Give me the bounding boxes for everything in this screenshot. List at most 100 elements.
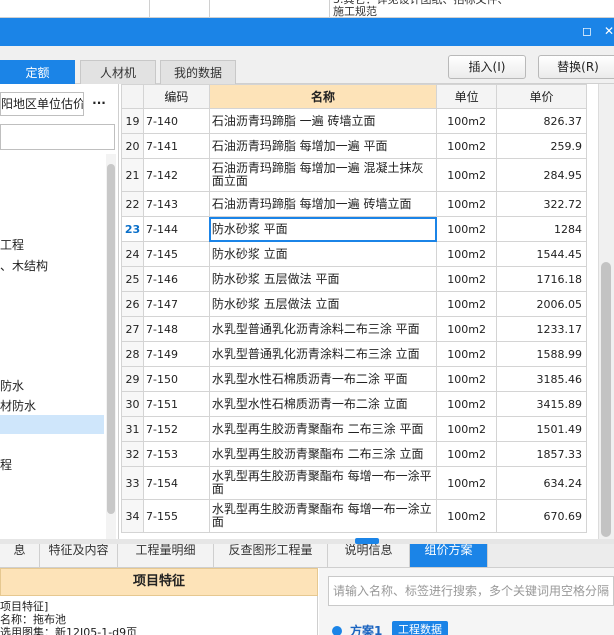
name-cell[interactable]: 石油沥青玛蹄脂 每增加一遍 平面 xyxy=(208,133,438,159)
name-cell[interactable]: 石油沥青玛蹄脂 一遍 砖墙立面 xyxy=(208,108,438,134)
close-icon[interactable]: ✕ xyxy=(600,22,614,40)
price-cell[interactable]: 1588.99 xyxy=(496,341,587,367)
unit-cell[interactable]: 100m2 xyxy=(436,441,498,467)
table-row[interactable]: 28 7-149 水乳型普通乳化沥青涂料二布三涂 立面 100m2 1588.99 xyxy=(121,341,587,367)
unit-header[interactable]: 单位 xyxy=(436,84,498,109)
table-row[interactable]: 25 7-146 防水砂浆 五层做法 平面 100m2 1716.18 xyxy=(121,266,587,292)
table-row[interactable]: 21 7-142 石油沥青玛蹄脂 每增加一遍 混凝土抹灰面立面 100m2 284.95 xyxy=(121,158,587,192)
name-cell[interactable]: 水乳型普通乳化沥青涂料二布三涂 立面 xyxy=(208,341,438,367)
code-cell[interactable]: 7-153 xyxy=(142,441,210,467)
tab-info[interactable]: 息 xyxy=(0,544,40,567)
price-cell[interactable]: 3415.89 xyxy=(496,391,587,417)
unit-cell[interactable]: 100m2 xyxy=(436,499,498,533)
code-cell[interactable]: 7-140 xyxy=(142,108,210,134)
maximize-icon[interactable]: ◻ xyxy=(578,22,596,40)
name-cell[interactable]: 水乳型再生胶沥青聚酯布 二布三涂 平面 xyxy=(208,416,438,442)
table-row[interactable]: 31 7-152 水乳型再生胶沥青聚酯布 二布三涂 平面 100m2 1501.49 xyxy=(121,416,587,442)
unit-cell[interactable]: 100m2 xyxy=(436,316,498,342)
code-cell[interactable]: 7-152 xyxy=(142,416,210,442)
price-cell[interactable]: 826.37 xyxy=(496,108,587,134)
table-row[interactable]: 23 7-144 防水砂浆 平面 100m2 1284 xyxy=(121,216,587,242)
price-cell[interactable]: 1233.17 xyxy=(496,316,587,342)
code-cell[interactable]: 7-143 xyxy=(142,191,210,217)
name-cell[interactable]: 水乳型普通乳化沥青涂料二布三涂 平面 xyxy=(208,316,438,342)
row-number-cell[interactable]: 21 xyxy=(121,158,144,192)
tree-scrollbar-thumb[interactable] xyxy=(107,164,115,514)
price-cell[interactable]: 322.72 xyxy=(496,191,587,217)
table-row[interactable]: 32 7-153 水乳型再生胶沥青聚酯布 二布三涂 立面 100m2 1857.33 xyxy=(121,441,587,467)
name-cell[interactable]: 水乳型再生胶沥青聚酯布 二布三涂 立面 xyxy=(208,441,438,467)
code-header[interactable]: 编码 xyxy=(142,84,210,109)
unit-cell[interactable]: 100m2 xyxy=(436,216,498,242)
code-cell[interactable]: 7-141 xyxy=(142,133,210,159)
table-row[interactable]: 29 7-150 水乳型水性石棉质沥青一布二涂 平面 100m2 3185.46 xyxy=(121,366,587,392)
code-cell[interactable]: 7-148 xyxy=(142,316,210,342)
code-cell[interactable]: 7-150 xyxy=(142,366,210,392)
row-number-cell[interactable]: 24 xyxy=(121,241,144,267)
name-cell[interactable]: 水乳型水性石棉质沥青一布二涂 立面 xyxy=(208,391,438,417)
tree-item[interactable]: 程 xyxy=(0,456,12,473)
tree-search-input[interactable] xyxy=(0,124,115,150)
name-cell[interactable]: 石油沥青玛蹄脂 每增加一遍 混凝土抹灰面立面 xyxy=(208,158,438,192)
unit-cell[interactable]: 100m2 xyxy=(436,466,498,500)
unit-cell[interactable]: 100m2 xyxy=(436,158,498,192)
name-cell[interactable]: 防水砂浆 五层做法 立面 xyxy=(208,291,438,317)
row-number-cell[interactable]: 20 xyxy=(121,133,144,159)
table-row[interactable]: 34 7-155 水乳型再生胶沥青聚酯布 每增一布一涂立面 100m2 670.69 xyxy=(121,499,587,533)
code-cell[interactable]: 7-151 xyxy=(142,391,210,417)
more-button[interactable]: ··· xyxy=(86,92,112,116)
code-cell[interactable]: 7-142 xyxy=(142,158,210,192)
feature-panel-body[interactable]: 项目特征] 名称：拖布池 选用图集：新12J05-1-d9页 xyxy=(0,596,318,635)
scheme-search-input[interactable]: 请输入名称、标签进行搜索，多个关键词用空格分隔 xyxy=(328,576,614,606)
insert-button[interactable]: 插入(I) xyxy=(448,55,526,79)
price-cell[interactable]: 1857.33 xyxy=(496,441,587,467)
unit-cell[interactable]: 100m2 xyxy=(436,191,498,217)
price-cell[interactable]: 2006.05 xyxy=(496,291,587,317)
tab-my-data[interactable]: 我的数据 xyxy=(160,60,236,84)
table-row[interactable]: 19 7-140 石油沥青玛蹄脂 一遍 砖墙立面 100m2 826.37 xyxy=(121,108,587,134)
code-cell[interactable]: 7-145 xyxy=(142,241,210,267)
name-cell[interactable]: 水乳型再生胶沥青聚酯布 每增一布一涂平面 xyxy=(208,466,438,500)
unit-cell[interactable]: 100m2 xyxy=(436,108,498,134)
row-number-cell[interactable]: 28 xyxy=(121,341,144,367)
tree-selected-row[interactable] xyxy=(0,415,104,434)
unit-cell[interactable]: 100m2 xyxy=(436,133,498,159)
tree-item[interactable]: 、木结构 xyxy=(0,257,48,274)
code-cell[interactable]: 7-144 xyxy=(142,216,210,242)
row-number-cell[interactable]: 19 xyxy=(121,108,144,134)
code-cell[interactable]: 7-155 xyxy=(142,499,210,533)
code-cell[interactable]: 7-149 xyxy=(142,341,210,367)
table-row[interactable]: 20 7-141 石油沥青玛蹄脂 每增加一遍 平面 100m2 259.9 xyxy=(121,133,587,159)
table-row[interactable]: 24 7-145 防水砂浆 立面 100m2 1544.45 xyxy=(121,241,587,267)
price-cell[interactable]: 670.69 xyxy=(496,499,587,533)
table-row[interactable]: 33 7-154 水乳型再生胶沥青聚酯布 每增一布一涂平面 100m2 634.24 xyxy=(121,466,587,500)
region-select[interactable]: 阳地区单位估价表 xyxy=(0,92,84,116)
tree-item[interactable]: 工程 xyxy=(0,236,24,253)
tree-item[interactable]: 材防水 xyxy=(0,397,36,414)
price-cell[interactable]: 1716.18 xyxy=(496,266,587,292)
price-cell[interactable]: 284.95 xyxy=(496,158,587,192)
tab-quantity-detail[interactable]: 工程量明细 xyxy=(118,544,214,567)
scheme-label[interactable]: 方案1 xyxy=(350,622,382,635)
code-cell[interactable]: 7-146 xyxy=(142,266,210,292)
name-cell[interactable]: 石油沥青玛蹄脂 每增加一遍 砖墙立面 xyxy=(208,191,438,217)
table-row[interactable]: 22 7-143 石油沥青玛蹄脂 每增加一遍 砖墙立面 100m2 322.72 xyxy=(121,191,587,217)
price-header[interactable]: 单价 xyxy=(496,84,587,109)
table-row[interactable]: 30 7-151 水乳型水性石棉质沥青一布二涂 立面 100m2 3415.89 xyxy=(121,391,587,417)
tab-features[interactable]: 特征及内容 xyxy=(40,544,118,567)
scheme-badge[interactable]: 工程数据 xyxy=(392,621,448,635)
table-row[interactable]: 27 7-148 水乳型普通乳化沥青涂料二布三涂 平面 100m2 1233.17 xyxy=(121,316,587,342)
row-number-cell[interactable]: 26 xyxy=(121,291,144,317)
row-number-cell[interactable]: 31 xyxy=(121,416,144,442)
tab-labor-material[interactable]: 人材机 xyxy=(80,60,156,84)
price-cell[interactable]: 1544.45 xyxy=(496,241,587,267)
name-cell[interactable]: 水乳型再生胶沥青聚酯布 每增一布一涂立面 xyxy=(208,499,438,533)
unit-cell[interactable]: 100m2 xyxy=(436,266,498,292)
name-cell[interactable]: 防水砂浆 立面 xyxy=(208,241,438,267)
row-number-cell[interactable]: 25 xyxy=(121,266,144,292)
tab-reverse-lookup[interactable]: 反查图形工程量 xyxy=(214,544,328,567)
unit-cell[interactable]: 100m2 xyxy=(436,241,498,267)
row-number-cell[interactable]: 30 xyxy=(121,391,144,417)
name-cell[interactable]: 水乳型水性石棉质沥青一布二涂 平面 xyxy=(208,366,438,392)
row-number-cell[interactable]: 32 xyxy=(121,441,144,467)
